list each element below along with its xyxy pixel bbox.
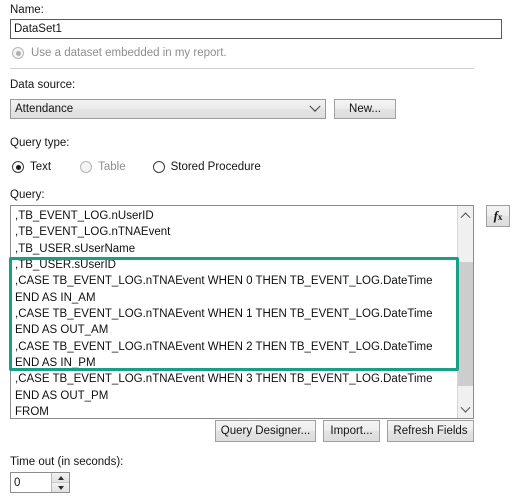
timeout-spin-buttons[interactable] [51,473,69,492]
expression-fx-button[interactable]: fx [486,205,510,227]
new-datasource-button[interactable]: New... [334,99,396,119]
query-type-label: Query type: [10,137,70,149]
scrollbar-thumb[interactable] [458,262,473,386]
section-divider [10,68,474,69]
scroll-down-arrow-icon[interactable] [458,402,473,418]
timeout-label: Time out (in seconds): [10,456,124,468]
radio-text-option[interactable] [12,161,24,173]
radio-table-option[interactable] [80,161,93,173]
name-label: Name: [10,4,44,16]
query-text-content: ,TB_EVENT_LOG.nUserID ,TB_EVENT_LOG.nTNA… [15,210,433,419]
spinner-down-arrow-icon[interactable] [52,483,69,492]
query-type-option-stored-procedure[interactable]: Stored Procedure [152,161,261,173]
spinner-up-arrow-icon[interactable] [52,473,69,483]
embedded-dataset-radio-row[interactable]: Use a dataset embedded in my report. [12,47,227,59]
timeout-stepper[interactable] [10,472,70,493]
query-textarea[interactable]: ,TB_EVENT_LOG.nUserID ,TB_EVENT_LOG.nTNA… [10,205,474,419]
data-source-label: Data source: [10,79,76,91]
query-label: Query: [10,189,45,201]
data-source-value: Attendance [15,103,74,115]
fx-icon: fx [493,208,503,223]
dataset-name-input[interactable] [10,19,502,39]
scroll-up-arrow-icon[interactable] [458,206,473,222]
query-type-option-table[interactable]: Table [80,161,126,173]
embedded-dataset-label: Use a dataset embedded in my report. [31,47,227,59]
import-button[interactable]: Import... [323,420,380,442]
query-type-option-text[interactable]: Text [12,161,51,173]
query-type-stored-procedure-label: Stored Procedure [170,161,261,173]
data-source-dropdown[interactable]: Attendance [10,99,326,119]
refresh-fields-button[interactable]: Refresh Fields [387,420,474,442]
query-type-text-label: Text [30,161,52,173]
radio-stored-procedure-option[interactable] [152,161,165,173]
dataset-properties-panel: Name: Use a dataset embedded in my repor… [0,0,512,500]
timeout-input[interactable] [11,473,51,492]
chevron-down-icon [305,100,325,113]
query-type-radio-group: Text Table Stored Procedure [12,161,261,173]
query-designer-button[interactable]: Query Designer... [215,420,316,442]
query-vertical-scrollbar[interactable] [457,206,473,418]
query-type-table-label: Table [98,161,126,173]
embedded-dataset-radio[interactable] [12,47,24,59]
